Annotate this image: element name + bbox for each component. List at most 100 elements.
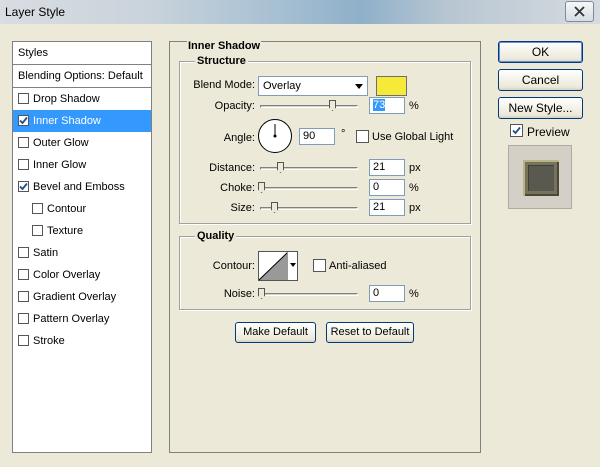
style-checkbox[interactable] — [32, 225, 43, 236]
distance-input[interactable]: 21 — [369, 159, 405, 176]
noise-input[interactable]: 0 — [369, 285, 405, 302]
style-item-pattern-overlay[interactable]: Pattern Overlay — [13, 308, 151, 330]
style-item-label: Contour — [47, 203, 87, 215]
style-item-inner-shadow[interactable]: Inner Shadow — [13, 110, 151, 132]
style-item-label: Gradient Overlay — [33, 291, 117, 303]
style-item-label: Outer Glow — [33, 137, 89, 149]
make-default-button[interactable]: Make Default — [235, 322, 316, 343]
size-unit: px — [409, 202, 421, 214]
preview-checkbox[interactable] — [510, 124, 523, 137]
contour-picker[interactable] — [258, 251, 298, 281]
style-item-gradient-overlay[interactable]: Gradient Overlay — [13, 286, 151, 308]
preview-label: Preview — [527, 125, 570, 139]
noise-unit: % — [409, 288, 419, 300]
style-checkbox[interactable] — [18, 269, 29, 280]
style-item-contour[interactable]: Contour — [13, 198, 151, 220]
angle-input[interactable]: 90 — [299, 128, 335, 145]
checkmark-icon — [512, 126, 521, 135]
blending-options-item[interactable]: Blending Options: Default — [13, 65, 151, 88]
distance-slider-thumb[interactable] — [277, 162, 284, 173]
ok-button[interactable]: OK — [498, 41, 583, 63]
distance-slider-track[interactable] — [260, 167, 358, 170]
shadow-color-swatch[interactable] — [376, 76, 407, 96]
blend-mode-label: Blend Mode: — [193, 79, 255, 91]
style-checkbox[interactable] — [18, 313, 29, 324]
style-checkbox[interactable] — [18, 93, 29, 104]
size-input[interactable]: 21 — [369, 199, 405, 216]
style-item-label: Satin — [33, 247, 59, 259]
style-item-inner-glow[interactable]: Inner Glow — [13, 154, 151, 176]
use-global-light-checkbox[interactable] — [356, 130, 369, 143]
style-item-label: Pattern Overlay — [33, 313, 110, 325]
angle-indicator-icon — [273, 124, 277, 138]
choke-input[interactable]: 0 — [369, 179, 405, 196]
style-item-satin[interactable]: Satin — [13, 242, 151, 264]
close-icon — [574, 6, 585, 17]
size-slider-thumb[interactable] — [271, 202, 278, 213]
noise-slider-thumb[interactable] — [258, 288, 265, 299]
close-button[interactable] — [565, 1, 594, 22]
anti-aliased-checkbox[interactable] — [313, 259, 326, 272]
style-item-label: Drop Shadow — [33, 93, 100, 105]
inner-shadow-title: Inner Shadow — [187, 40, 262, 52]
dialog-body: Styles Blending Options: Default Drop Sh… — [0, 24, 600, 467]
distance-unit: px — [409, 162, 421, 174]
checkmark-icon — [19, 116, 28, 125]
style-item-drop-shadow[interactable]: Drop Shadow — [13, 88, 151, 110]
window-title: Layer Style — [5, 5, 66, 19]
quality-title: Quality — [195, 230, 237, 242]
style-checkbox[interactable] — [18, 247, 29, 258]
style-checkbox[interactable] — [18, 137, 29, 148]
style-item-label: Inner Shadow — [33, 115, 101, 127]
opacity-slider-track[interactable] — [260, 105, 358, 108]
opacity-label: Opacity: — [214, 100, 255, 112]
choke-label: Choke: — [220, 182, 255, 194]
blend-mode-value: Overlay — [263, 80, 301, 92]
chevron-down-icon — [290, 263, 296, 267]
style-item-label: Stroke — [33, 335, 65, 347]
style-item-stroke[interactable]: Stroke — [13, 330, 151, 352]
new-style-button[interactable]: New Style... — [498, 97, 583, 119]
style-checkbox[interactable] — [32, 203, 43, 214]
checkmark-icon — [19, 182, 28, 191]
contour-label: Contour: — [212, 260, 255, 272]
quality-group: Quality Contour: Anti-aliased Noise: 0 % — [179, 230, 471, 310]
linear-contour-icon — [259, 252, 289, 280]
contour-dropdown[interactable] — [287, 252, 297, 280]
preview-thumbnail — [523, 160, 559, 196]
noise-slider-track[interactable] — [260, 293, 358, 296]
choke-unit: % — [409, 182, 419, 194]
inner-shadow-settings: Inner Shadow Structure Blend Mode: Overl… — [169, 40, 481, 453]
style-checkbox[interactable] — [18, 335, 29, 346]
reset-to-default-button[interactable]: Reset to Default — [326, 322, 414, 343]
use-global-light-label: Use Global Light — [372, 131, 454, 143]
chevron-down-icon — [355, 84, 363, 89]
style-item-texture[interactable]: Texture — [13, 220, 151, 242]
size-label: Size: — [230, 202, 255, 214]
angle-label: Angle: — [223, 132, 255, 144]
choke-slider-track[interactable] — [260, 187, 358, 190]
style-item-color-overlay[interactable]: Color Overlay — [13, 264, 151, 286]
angle-dial[interactable] — [258, 119, 292, 153]
blend-mode-select[interactable]: Overlay — [258, 76, 368, 96]
style-item-label: Inner Glow — [33, 159, 87, 171]
structure-group: Structure Blend Mode: Overlay Opacity: 7… — [179, 55, 471, 224]
style-item-label: Texture — [47, 225, 84, 237]
style-item-bevel-and-emboss[interactable]: Bevel and Emboss — [13, 176, 151, 198]
style-checkbox[interactable] — [18, 115, 29, 126]
style-checkbox[interactable] — [18, 159, 29, 170]
distance-label: Distance: — [209, 162, 255, 174]
title-bar: Layer Style — [0, 0, 600, 24]
style-checkbox[interactable] — [18, 181, 29, 192]
cancel-button[interactable]: Cancel — [498, 69, 583, 91]
opacity-input[interactable]: 73 — [369, 97, 405, 114]
opacity-slider-thumb[interactable] — [329, 100, 336, 111]
noise-label: Noise: — [223, 288, 255, 300]
choke-slider-thumb[interactable] — [258, 182, 265, 193]
style-checkbox[interactable] — [18, 291, 29, 302]
styles-header[interactable]: Styles — [13, 42, 151, 65]
opacity-unit: % — [409, 100, 419, 112]
angle-unit: ° — [341, 128, 346, 140]
style-item-outer-glow[interactable]: Outer Glow — [13, 132, 151, 154]
style-preview — [508, 145, 572, 209]
